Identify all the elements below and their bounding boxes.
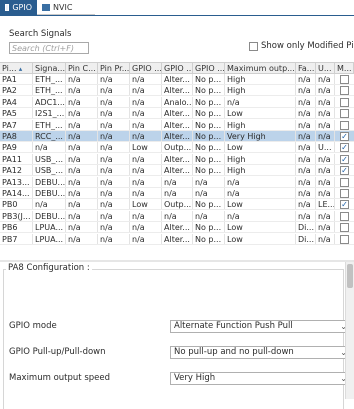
gpio-mode-label: GPIO mode bbox=[9, 321, 57, 331]
table-row[interactable]: PA13... DEBU... n/a n/a n/a n/a n/a n/a n/a n/a bbox=[0, 176, 354, 188]
max-speed-value: Very High bbox=[174, 373, 216, 383]
tab-nvic[interactable]: NVIC bbox=[37, 0, 95, 15]
column-header-label: Pi... bbox=[2, 64, 17, 73]
modified-checkbox[interactable]: ✓ bbox=[340, 154, 349, 164]
modified-checkbox[interactable] bbox=[340, 211, 349, 221]
scrollbar-thumb[interactable] bbox=[347, 264, 353, 288]
tab-gpio-label: GPIO bbox=[12, 3, 32, 12]
max-speed-label: Maximum output speed bbox=[9, 373, 110, 383]
gpio-mode-select[interactable]: Alternate Function Push Pull ⌄ bbox=[170, 320, 351, 333]
config-scrollbar[interactable] bbox=[345, 262, 354, 399]
modified-checkbox[interactable]: ✓ bbox=[340, 132, 349, 141]
gpio-pull-label: GPIO Pull-up/Pull-down bbox=[9, 347, 106, 357]
max-speed-select[interactable]: Very High ⌄ bbox=[170, 372, 351, 385]
search-label: Search Signals bbox=[9, 29, 72, 39]
nvic-icon bbox=[42, 3, 50, 11]
table-row[interactable]: PA7 ETH_... n/a n/a n/a Alter... No p... High n/… bbox=[0, 119, 354, 131]
column-header[interactable]: Pin C... bbox=[66, 63, 98, 74]
gpio-pull-select[interactable]: No pull-up and no pull-down ⌄ bbox=[170, 346, 351, 359]
table-row[interactable]: PA1 ETH_... n/a n/a n/a Alter... No p... High n/… bbox=[0, 74, 354, 85]
column-header[interactable]: U... bbox=[316, 63, 335, 74]
table-row[interactable]: PA9 n/a n/a n/a Low Outp... No p... Low n/a U... ✓ bbox=[0, 142, 354, 154]
table-row[interactable]: PB3(J... DEBU... n/a n/a n/a n/a n/a n/a n/a n/a bbox=[0, 210, 354, 222]
modified-checkbox[interactable] bbox=[340, 109, 349, 119]
gpio-pull-value: No pull-up and no pull-down bbox=[174, 347, 294, 357]
column-header[interactable]: GPIO ... bbox=[130, 63, 162, 74]
modified-checkbox[interactable] bbox=[340, 177, 349, 187]
modified-checkbox[interactable] bbox=[340, 75, 349, 84]
table-header: Pi... ▴ Signa... Pin C... Pin Pr... GPIO ...… bbox=[0, 62, 354, 74]
row-divider bbox=[0, 243, 354, 245]
config-title: PA8 Configuration : bbox=[6, 263, 92, 273]
table-row[interactable]: PA12 USB_... n/a n/a n/a Alter... No p... High n… bbox=[0, 165, 354, 177]
column-header[interactable]: GPIO ... bbox=[193, 63, 225, 74]
modified-checkbox[interactable] bbox=[340, 189, 349, 198]
column-header[interactable]: M... bbox=[335, 63, 354, 74]
pane-splitter[interactable] bbox=[0, 260, 354, 262]
modified-checkbox[interactable] bbox=[340, 234, 349, 244]
config-frame bbox=[3, 269, 344, 409]
gpio-icon bbox=[5, 4, 10, 11]
gpio-mode-value: Alternate Function Push Pull bbox=[174, 321, 293, 331]
tab-bar: GPIO NVIC bbox=[0, 0, 354, 15]
sort-ascending-icon: ▴ bbox=[16, 65, 23, 73]
column-header[interactable]: GPIO ... bbox=[162, 63, 193, 74]
table-row[interactable]: PA4 ADC1... n/a n/a n/a Analo... No p... n/a n/a… bbox=[0, 96, 354, 108]
modified-checkbox[interactable] bbox=[340, 120, 349, 130]
tab-gpio[interactable]: GPIO bbox=[0, 0, 37, 15]
table-row[interactable]: PB6 LPUA... n/a n/a n/a Alter... No p... Low Di.… bbox=[0, 222, 354, 234]
table-row[interactable]: PA14... DEBU... n/a n/a n/a n/a n/a n/a n/a n/a bbox=[0, 188, 354, 199]
table-row[interactable]: PB7 LPUA... n/a n/a n/a Alter... No p... Low Di.… bbox=[0, 233, 354, 245]
column-header[interactable]: Pi... ▴ bbox=[0, 63, 33, 74]
table-row[interactable]: PA11 USB_... n/a n/a n/a Alter... No p... High n… bbox=[0, 153, 354, 165]
column-header[interactable]: Pin Pr... bbox=[98, 63, 130, 74]
table-row[interactable]: PA2 ETH_... n/a n/a n/a Alter... No p... High n/… bbox=[0, 85, 354, 97]
modified-checkbox[interactable] bbox=[340, 86, 349, 96]
tab-nvic-label: NVIC bbox=[53, 2, 73, 12]
modified-checkbox[interactable]: ✓ bbox=[340, 200, 349, 210]
table-row[interactable]: PA5 I2S1_... n/a n/a n/a Alter... No p... Low n/… bbox=[0, 108, 354, 120]
column-header[interactable]: Fa... bbox=[296, 63, 316, 74]
table-row[interactable]: PA8 RCC_... n/a n/a n/a Alter... No p... Very H… bbox=[0, 131, 354, 142]
modified-checkbox[interactable] bbox=[340, 97, 349, 107]
tab-underline bbox=[0, 15, 354, 16]
show-modified-label: Show only Modified Pins bbox=[261, 41, 354, 51]
show-modified-checkbox[interactable] bbox=[249, 42, 258, 51]
modified-checkbox[interactable]: ✓ bbox=[340, 166, 349, 176]
table-row[interactable]: PB0 n/a n/a n/a Low Outp... No p... Low n/a LE...… bbox=[0, 199, 354, 211]
search-input[interactable] bbox=[9, 42, 89, 54]
column-header[interactable]: Maximum outp... bbox=[225, 63, 296, 74]
column-header[interactable]: Signa... bbox=[33, 63, 66, 74]
modified-checkbox[interactable] bbox=[340, 223, 349, 233]
modified-checkbox[interactable]: ✓ bbox=[340, 143, 349, 153]
